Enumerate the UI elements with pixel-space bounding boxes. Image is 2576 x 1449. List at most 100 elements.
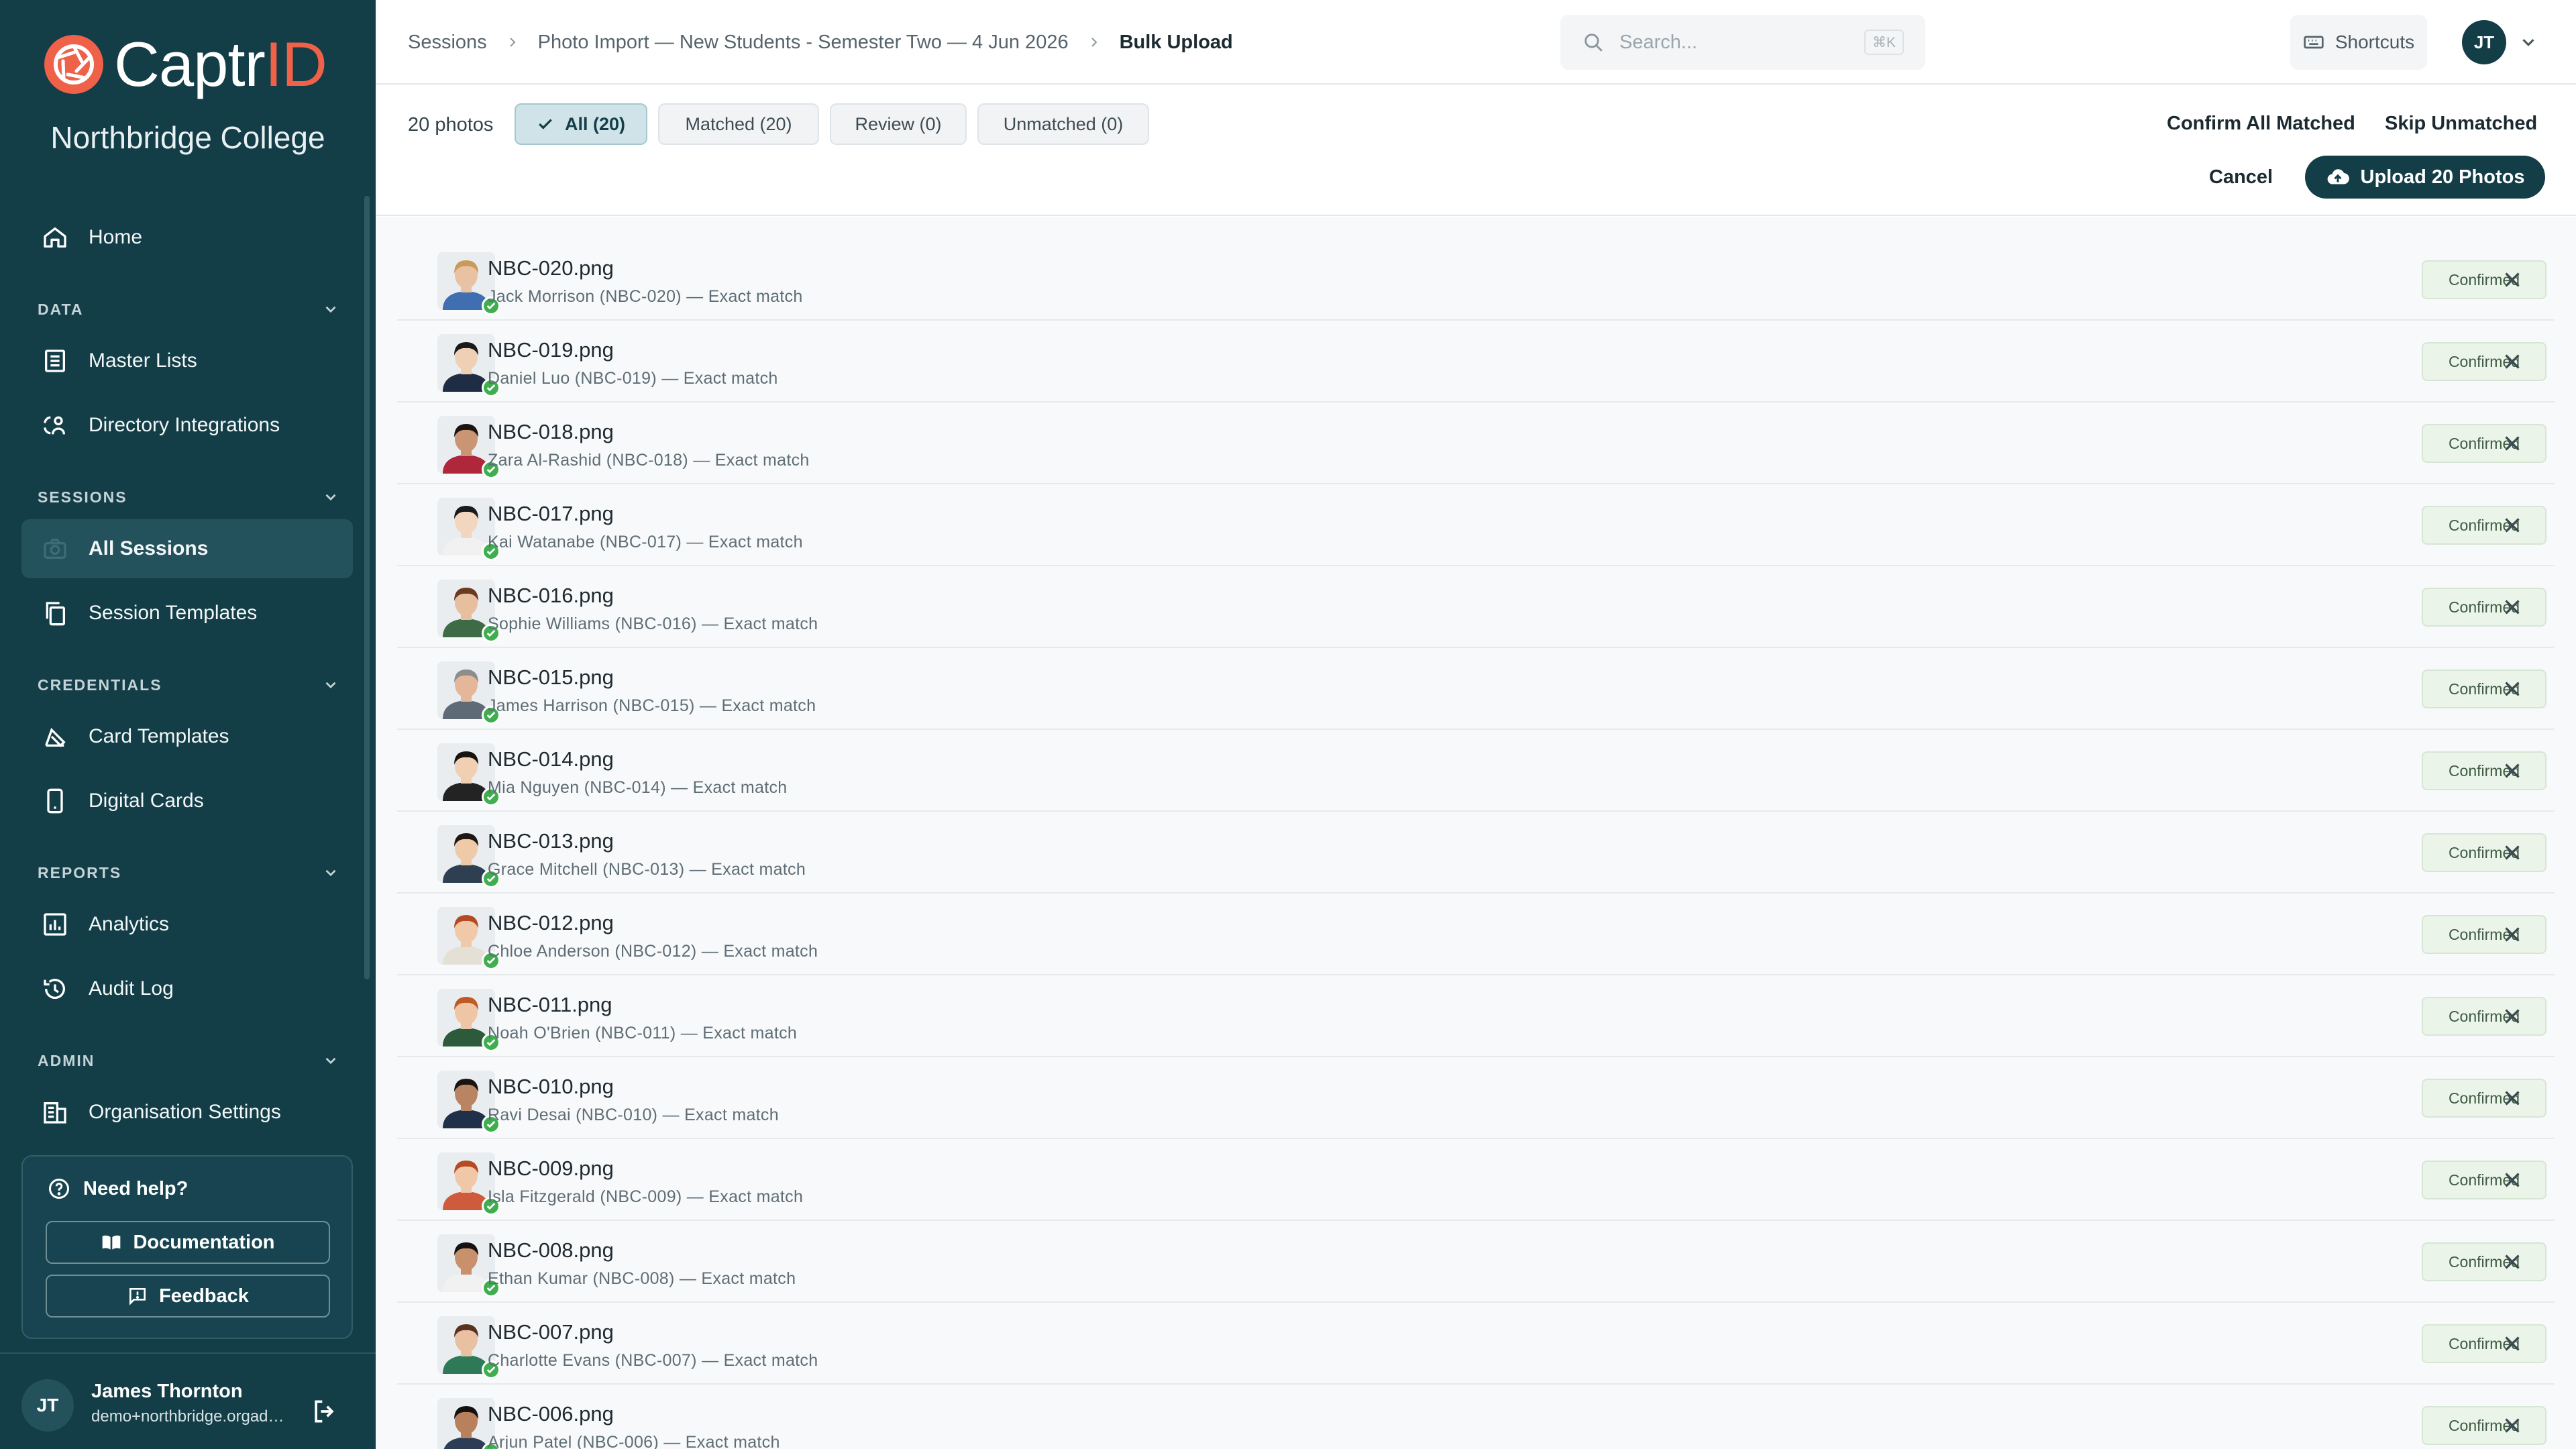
status-badge[interactable]: Confirmed <box>2422 1324 2546 1363</box>
account-avatar[interactable]: JT <box>2462 20 2506 64</box>
table-row[interactable]: NBC-007.png Charlotte Evans (NBC-007) — … <box>397 1303 2555 1385</box>
search-shortcut-hint: ⌘K <box>1864 30 1904 55</box>
remove-row-button[interactable] <box>2500 922 2525 947</box>
remove-row-button[interactable] <box>2500 594 2525 620</box>
table-row[interactable]: NBC-017.png Kai Watanabe (NBC-017) — Exa… <box>397 484 2555 566</box>
table-row[interactable]: NBC-006.png Arjun Patel (NBC-006) — Exac… <box>397 1385 2555 1449</box>
match-description: Sophie Williams (NBC-016) — Exact match <box>488 614 818 633</box>
breadcrumb-photo-import[interactable]: Photo Import — New Students - Semester T… <box>538 32 1069 54</box>
file-name: NBC-015.png <box>488 665 614 689</box>
close-icon <box>2505 1254 2520 1269</box>
remove-row-button[interactable] <box>2500 1004 2525 1029</box>
filter-unmatched[interactable]: Unmatched (0) <box>977 103 1149 145</box>
remove-row-button[interactable] <box>2500 840 2525 865</box>
sidebar-item-audit-log[interactable]: Audit Log <box>21 959 353 1018</box>
table-row[interactable]: NBC-012.png Chloe Anderson (NBC-012) — E… <box>397 894 2555 975</box>
remove-row-button[interactable] <box>2500 1249 2525 1275</box>
sidebar-item-analytics[interactable]: Analytics <box>21 895 353 954</box>
search-input[interactable]: Search... ⌘K <box>1560 15 1925 70</box>
status-badge[interactable]: Confirmed <box>2422 751 2546 790</box>
confirm-all-matched-button[interactable]: Confirm All Matched <box>2167 113 2355 135</box>
match-description: Daniel Luo (NBC-019) — Exact match <box>488 369 778 388</box>
sidebar-item-all-sessions[interactable]: All Sessions <box>21 519 353 578</box>
logout-icon[interactable] <box>310 1397 339 1426</box>
status-badge[interactable]: Confirmed <box>2422 669 2546 708</box>
table-row[interactable]: NBC-018.png Zara Al-Rashid (NBC-018) — E… <box>397 402 2555 484</box>
sidebar-item-label: Card Templates <box>89 725 229 747</box>
breadcrumb-sessions[interactable]: Sessions <box>408 32 487 54</box>
skip-unmatched-button[interactable]: Skip Unmatched <box>2385 113 2537 135</box>
remove-row-button[interactable] <box>2500 1085 2525 1111</box>
filter-all[interactable]: All (20) <box>515 103 647 145</box>
photo-thumbnail[interactable] <box>437 1398 495 1449</box>
upload-photos-button[interactable]: Upload 20 Photos <box>2305 156 2545 199</box>
status-badge[interactable]: Confirmed <box>2422 1079 2546 1118</box>
remove-row-button[interactable] <box>2500 431 2525 456</box>
remove-row-button[interactable] <box>2500 676 2525 702</box>
sidebar-item-organisation-settings[interactable]: Organisation Settings <box>21 1083 353 1142</box>
filter-review[interactable]: Review (0) <box>830 103 967 145</box>
avatar[interactable]: JT <box>21 1379 74 1432</box>
table-row[interactable]: NBC-019.png Daniel Luo (NBC-019) — Exact… <box>397 321 2555 402</box>
cancel-button[interactable]: Cancel <box>2209 166 2273 189</box>
section-sessions-toggle[interactable]: SESSIONS <box>38 484 339 511</box>
close-icon <box>2505 1091 2520 1106</box>
search-icon <box>1585 34 1603 52</box>
table-row[interactable]: NBC-011.png Noah O'Brien (NBC-011) — Exa… <box>397 975 2555 1057</box>
table-row[interactable]: NBC-009.png Isla Fitzgerald (NBC-009) — … <box>397 1139 2555 1221</box>
close-icon <box>2505 927 2520 942</box>
section-label: REPORTS <box>38 863 122 881</box>
remove-row-button[interactable] <box>2500 1167 2525 1193</box>
user-name: James Thornton <box>91 1381 243 1402</box>
shortcuts-button[interactable]: Shortcuts <box>2290 15 2427 70</box>
section-admin-toggle[interactable]: ADMIN <box>38 1047 339 1074</box>
status-badge[interactable]: Confirmed <box>2422 997 2546 1036</box>
section-reports-toggle[interactable]: REPORTS <box>38 859 339 886</box>
close-icon <box>2505 1009 2520 1024</box>
status-badge[interactable]: Confirmed <box>2422 260 2546 299</box>
table-row[interactable]: NBC-016.png Sophie Williams (NBC-016) — … <box>397 566 2555 648</box>
table-row[interactable]: NBC-014.png Mia Nguyen (NBC-014) — Exact… <box>397 730 2555 812</box>
remove-row-button[interactable] <box>2500 758 2525 784</box>
filter-matched[interactable]: Matched (20) <box>658 103 819 145</box>
sidebar-item-home[interactable]: Home <box>21 208 353 267</box>
file-name: NBC-013.png <box>488 829 614 853</box>
table-row[interactable]: NBC-015.png James Harrison (NBC-015) — E… <box>397 648 2555 730</box>
feedback-button[interactable]: Feedback <box>46 1275 330 1318</box>
remove-row-button[interactable] <box>2500 267 2525 292</box>
documentation-button[interactable]: Documentation <box>46 1221 330 1264</box>
status-badge[interactable]: Confirmed <box>2422 915 2546 954</box>
section-credentials-toggle[interactable]: CREDENTIALS <box>38 672 339 698</box>
chevron-down-icon <box>325 494 336 501</box>
status-badge[interactable]: Confirmed <box>2422 588 2546 627</box>
status-badge[interactable]: Confirmed <box>2422 1242 2546 1281</box>
sidebar-item-session-templates[interactable]: Session Templates <box>21 584 353 643</box>
status-badge[interactable]: Confirmed <box>2422 506 2546 545</box>
person-portrait-icon <box>437 1398 495 1449</box>
sidebar-item-master-lists[interactable]: Master Lists <box>21 331 353 390</box>
status-badge[interactable]: Confirmed <box>2422 342 2546 381</box>
remove-row-button[interactable] <box>2500 349 2525 374</box>
chevron-down-icon <box>325 306 336 313</box>
sidebar-item-directory-integrations[interactable]: Directory Integrations <box>21 396 353 455</box>
sidebar-scrollbar[interactable] <box>364 196 370 979</box>
sidebar-item-card-templates[interactable]: Card Templates <box>21 707 353 766</box>
remove-row-button[interactable] <box>2500 1413 2525 1438</box>
status-badge[interactable]: Confirmed <box>2422 833 2546 872</box>
camera-icon <box>42 535 68 562</box>
status-badge[interactable]: Confirmed <box>2422 1161 2546 1199</box>
chevron-down-icon[interactable] <box>2518 32 2538 52</box>
table-row[interactable]: NBC-020.png Jack Morrison (NBC-020) — Ex… <box>397 239 2555 321</box>
table-row[interactable]: NBC-008.png Ethan Kumar (NBC-008) — Exac… <box>397 1221 2555 1303</box>
remove-row-button[interactable] <box>2500 1331 2525 1356</box>
status-badge[interactable]: Confirmed <box>2422 424 2546 463</box>
sidebar-item-digital-cards[interactable]: Digital Cards <box>21 771 353 830</box>
section-data-toggle[interactable]: DATA <box>38 296 339 323</box>
brand-logo[interactable]: CaptrID <box>43 32 327 97</box>
chevron-right-icon <box>1086 34 1102 50</box>
remove-row-button[interactable] <box>2500 513 2525 538</box>
section-label: DATA <box>38 300 84 318</box>
table-row[interactable]: NBC-010.png Ravi Desai (NBC-010) — Exact… <box>397 1057 2555 1139</box>
table-row[interactable]: NBC-013.png Grace Mitchell (NBC-013) — E… <box>397 812 2555 894</box>
status-badge[interactable]: Confirmed <box>2422 1406 2546 1445</box>
